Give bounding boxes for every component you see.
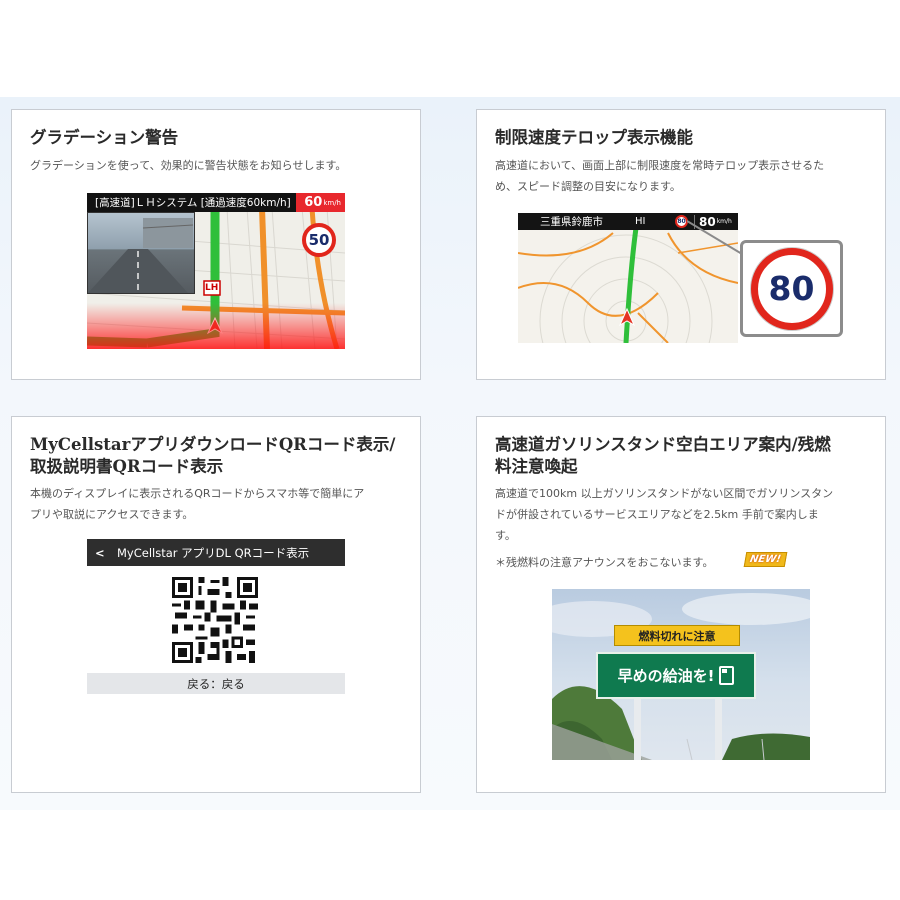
back-arrow-icon[interactable]: < <box>87 546 117 560</box>
card-title-line1: MyCellstarアプリダウンロードQRコード表示/ <box>30 435 396 454</box>
fuel-sign-top: 燃料切れに注意 <box>614 625 740 646</box>
zoom-connector <box>687 220 743 255</box>
new-badge: NEW! <box>743 552 788 567</box>
fuel-sign-main: 早めの給油を! <box>596 652 756 699</box>
place-name: 三重県鈴鹿市 <box>540 216 603 228</box>
fuel-pump-icon <box>719 666 735 685</box>
status-bar: [高速道]ＬＨシステム [通過速度60km/h] 60 km/h <box>87 193 345 212</box>
card-description-line2: ドが併設されているサービスエリアなどを2.5km 手前で案内しま <box>495 508 819 521</box>
card-title: 制限速度テロップ表示機能 <box>495 128 693 147</box>
zoomed-speed-value: 80 <box>768 269 815 308</box>
card-description-line1: 高速道において、画面上部に制限速度を常時テロップ表示させるた <box>495 159 825 172</box>
speed-box: 60 km/h <box>296 193 345 212</box>
highway-view <box>87 212 195 294</box>
card-description-line2: め、スピード調整の目安になります。 <box>495 180 681 193</box>
card-qr-code: MyCellstarアプリダウンロードQRコード表示/ 取扱説明書QRコード表示… <box>11 416 421 793</box>
qr-screen-header: < MyCellstar アプリDL QRコード表示 <box>87 539 345 566</box>
card-gradation-warning: グラデーション警告 グラデーションを使って、効果的に警告状態をお知らせします。 <box>11 109 421 380</box>
qr-screen-title: MyCellstar アプリDL QRコード表示 <box>117 545 310 560</box>
fuel-sign-top-text: 燃料切れに注意 <box>638 629 716 643</box>
small-speed-sign-value: 80 <box>677 218 686 225</box>
fuel-note: ＊残燃料の注意アナウンスをおこないます。 <box>495 556 714 569</box>
card-title-line1: 高速道ガソリンスタンド空白エリア案内/残燃 <box>495 435 831 454</box>
speed-limit-value: 50 <box>308 231 330 249</box>
speed-value: 60 <box>304 195 323 210</box>
card-gas-station: 高速道ガソリンスタンド空白エリア案内/残燃 料注意喚起 高速道で100km 以上… <box>476 416 886 793</box>
card-title-line2: 取扱説明書QRコード表示 <box>30 457 224 476</box>
status-text: [高速道]ＬＨシステム [通過速度60km/h] <box>95 197 291 209</box>
card-speed-telop: 制限速度テロップ表示機能 高速道において、画面上部に制限速度を常時テロップ表示さ… <box>476 109 886 380</box>
card-description-line2: プリや取説にアクセスできます。 <box>30 508 194 521</box>
card-title: グラデーション警告 <box>30 128 179 147</box>
qr-back-button[interactable]: 戻る：戻る <box>87 673 345 694</box>
speed-limit-sign: 50 <box>302 223 336 257</box>
card-title-line2: 料注意喚起 <box>495 457 578 476</box>
card-description: グラデーションを使って、効果的に警告状態をお知らせします。 <box>30 159 347 172</box>
zoomed-speed-sign-frame: 80 <box>740 240 843 337</box>
zoomed-speed-sign: 80 <box>750 247 833 330</box>
mode-label: HI <box>635 216 646 227</box>
nav-screen-gradation: LH [高速道]ＬＨシステム [通過速度60km/h] 60 km/h 50 <box>87 193 345 349</box>
fuel-pump-icon-window <box>722 669 728 673</box>
highway-road <box>88 218 194 293</box>
fuel-sign-main-text: 早めの給油を! <box>617 667 715 685</box>
card-description-line1: 本機のディスプレイに表示されるQRコードからスマホ等で簡単にア <box>30 487 365 500</box>
fuel-warning-photo: 燃料切れに注意 早めの給油を! <box>552 589 810 760</box>
card-description-line1: 高速道で100km 以上ガソリンスタンドがない区間でガソリンスタン <box>495 487 834 500</box>
qr-code <box>172 577 258 663</box>
lh-marker: LH <box>205 283 219 293</box>
card-description-line3: す。 <box>495 529 516 542</box>
speed-unit: km/h <box>323 198 341 207</box>
